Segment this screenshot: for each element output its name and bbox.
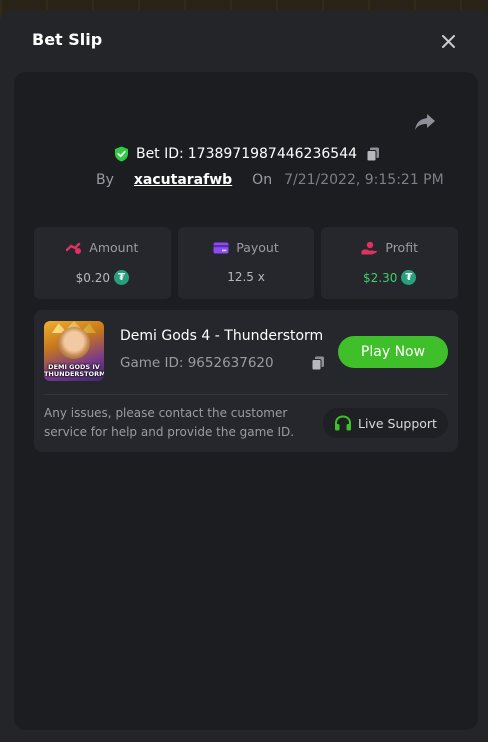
stat-profit-label: Profit [385,240,418,255]
game-thumbnail[interactable]: DEMI GODS IV THUNDERSTORM [44,321,104,381]
bet-id-label: Bet ID: [135,146,184,162]
stat-amount: Amount $0.20 ₮ [34,227,171,299]
divider [44,394,448,395]
copy-icon [311,356,324,370]
modal-header: Bet Slip [0,10,488,70]
copy-game-id-button[interactable] [309,354,327,372]
game-id-value: 9652637620 [187,355,274,371]
username-link[interactable]: xacutarafwb [134,172,232,188]
stat-amount-value: $0.20 [75,270,111,285]
amount-icon [66,242,82,254]
bet-stats: Amount $0.20 ₮ Payout 12.5 x Profit $2.3… [34,227,459,299]
bet-slip-modal: Bet Slip Bet ID: 1738971987446236544 By … [0,10,488,742]
bet-id-value: 1738971987446236544 [187,146,358,162]
stat-payout: Payout 12.5 x [177,227,315,299]
tether-icon: ₮ [401,270,417,285]
copy-bet-id-button[interactable] [364,145,382,163]
headset-icon [335,414,352,430]
tether-icon: ₮ [114,270,130,285]
support-info-text: Any issues, please contact the customer … [44,406,295,439]
copy-icon [366,147,380,161]
game-card: DEMI GODS IV THUNDERSTORM Demi Gods 4 - … [34,310,458,452]
bet-datetime: 7/21/2022, 9:15:21 PM [284,172,444,188]
bet-id-row: Bet ID: 1738971987446236544 [14,145,478,163]
share-icon [415,114,435,130]
by-label: By [96,172,114,188]
stat-payout-value: 12.5 x [227,270,265,284]
bet-details-panel: Bet ID: 1738971987446236544 By xacutarafw… [14,72,478,730]
game-id: Game ID: 9652637620 [120,355,274,371]
game-id-label: Game ID: [120,355,184,371]
play-now-button[interactable]: Play Now [338,336,448,368]
thumb-title-line-2: THUNDERSTORM [44,370,104,378]
close-icon [441,34,455,48]
stat-profit: Profit $2.30 ₮ [321,227,459,299]
stat-payout-label: Payout [236,240,279,255]
close-button[interactable] [436,30,460,52]
modal-title: Bet Slip [32,30,103,49]
game-name: Demi Gods 4 - Thunderstorm [120,328,324,344]
live-support-button[interactable]: Live Support [323,408,448,438]
verified-shield-icon [114,146,128,162]
profit-hand-icon [361,241,378,254]
on-label: On [252,172,273,188]
payout-card-icon [213,242,229,253]
share-button[interactable] [414,112,438,134]
live-support-label: Live Support [358,415,437,431]
bet-byline: By xacutarafwb On 7/21/2022, 9:15:21 PM [96,172,444,188]
stat-profit-value: $2.30 [363,270,398,285]
stat-amount-label: Amount [89,240,139,255]
